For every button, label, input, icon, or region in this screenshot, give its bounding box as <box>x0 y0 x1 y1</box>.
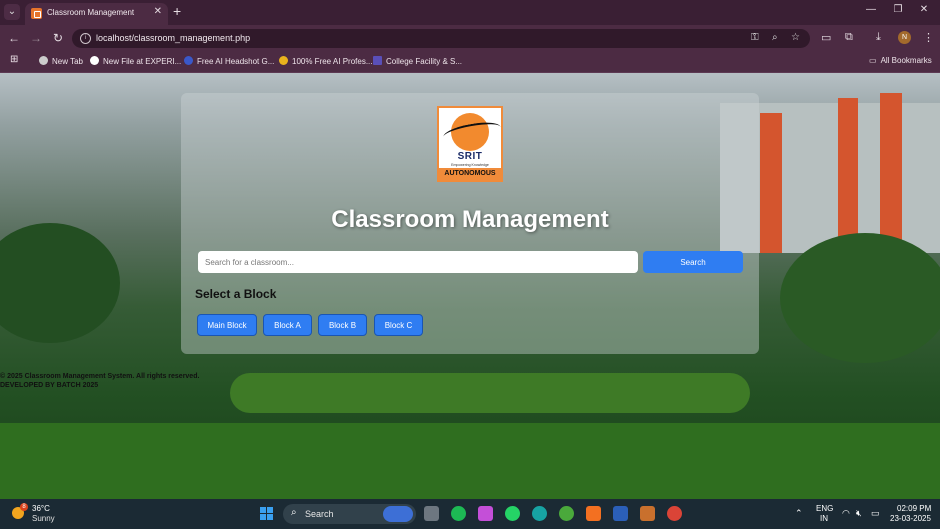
search-highlight-icon <box>383 506 413 522</box>
tab-strip: ⌄ Classroom Management ✕ + — ❐ ✕ <box>0 0 940 25</box>
clock-date[interactable]: 23-03-2025 <box>890 514 931 523</box>
new-tab-button[interactable]: + <box>173 3 181 19</box>
profile-avatar[interactable]: N <box>898 31 911 44</box>
site-info-icon[interactable]: i <box>80 33 91 44</box>
page-viewport: SRIT Empowering Knowledge AUTONOMOUS Cla… <box>0 73 940 499</box>
spotify-icon[interactable] <box>451 506 466 521</box>
ai-profile-icon <box>279 56 288 65</box>
bookmark-headshot[interactable]: Free AI Headshot G... <box>184 56 274 66</box>
logo-name: SRIT <box>457 151 483 162</box>
tab-classroom-management[interactable]: Classroom Management ✕ <box>25 3 168 25</box>
menu-icon[interactable]: ⋮ <box>923 31 934 44</box>
windows-taskbar: 8 36°C Sunny ⌕ Search ⌃ ENG IN ◠ 🔇︎ ▭ 02… <box>0 499 940 529</box>
search-input[interactable] <box>198 251 638 273</box>
github-icon <box>90 56 99 65</box>
address-bar[interactable]: i localhost/classroom_management.php ⚿ ⌕… <box>72 29 810 48</box>
maximize-button[interactable]: ❐ <box>888 4 908 15</box>
apps-grid-icon[interactable]: ⊞ <box>10 54 18 65</box>
bookmark-star-icon[interactable]: ☆ <box>791 32 800 43</box>
page-footer: © 2025 Classroom Management System. All … <box>0 372 199 390</box>
xampp-icon[interactable] <box>586 506 601 521</box>
zoom-icon[interactable]: ⌕ <box>772 32 778 43</box>
weather-temperature[interactable]: 36°C <box>32 504 50 513</box>
xampp-favicon-icon <box>31 8 42 19</box>
bookmark-github[interactable]: New File at EXPERI... <box>90 56 181 66</box>
search-icon: ⌕ <box>291 507 297 518</box>
logo-tagline: Empowering Knowledge <box>451 163 489 167</box>
clock-time[interactable]: 02:09 PM <box>897 504 931 513</box>
edge-icon[interactable] <box>532 506 547 521</box>
background-hedge <box>230 373 750 413</box>
whatsapp-icon[interactable] <box>505 506 520 521</box>
taskbar-search[interactable]: ⌕ Search <box>283 504 416 524</box>
tray-overflow-icon[interactable]: ⌃ <box>795 508 803 519</box>
volume-mute-icon[interactable]: 🔇︎ <box>856 508 862 519</box>
tab-title: Classroom Management <box>47 8 135 17</box>
background-building-column <box>880 93 902 253</box>
background-tree <box>780 233 940 363</box>
minimize-button[interactable]: — <box>861 4 881 15</box>
bookmark-new-tab[interactable]: New Tab <box>39 56 83 66</box>
background-building-column <box>760 113 782 253</box>
main-block-button[interactable]: Main Block <box>197 314 257 336</box>
footer-credit: DEVELOPED BY BATCH 2025 <box>0 382 99 389</box>
weather-condition[interactable]: Sunny <box>32 514 55 523</box>
task-view-icon[interactable] <box>424 506 439 521</box>
battery-icon[interactable]: ▭ <box>871 508 880 519</box>
forward-icon[interactable]: → <box>29 31 43 45</box>
language-indicator[interactable]: ENG <box>816 504 833 513</box>
browser-toolbar: ← → ↻ i localhost/classroom_management.p… <box>0 25 940 52</box>
reload-icon[interactable]: ↻ <box>51 31 65 45</box>
weather-badge: 8 <box>20 503 28 511</box>
block-a-button[interactable]: Block A <box>263 314 312 336</box>
footer-copyright: © 2025 Classroom Management System. All … <box>0 373 200 380</box>
extensions-icon[interactable]: ⧉ <box>845 31 853 44</box>
start-button[interactable] <box>260 507 273 520</box>
language-region[interactable]: IN <box>820 514 828 523</box>
main-card: SRIT Empowering Knowledge AUTONOMOUS Cla… <box>181 93 759 354</box>
select-block-heading: Select a Block <box>195 287 277 301</box>
college-logo: SRIT Empowering Knowledge AUTONOMOUS <box>437 106 503 182</box>
search-button[interactable]: Search <box>643 251 743 273</box>
page-title: Classroom Management <box>331 206 609 233</box>
tab-groups-icon[interactable]: ▭ <box>821 31 831 44</box>
bookmarks-bar: ⊞ New Tab New File at EXPERI... Free AI … <box>0 52 940 73</box>
folder-icon: ▭ <box>869 56 877 65</box>
back-icon[interactable]: ← <box>7 31 21 45</box>
bookmark-college-facility[interactable]: College Facility & S... <box>373 56 462 66</box>
close-tab-icon[interactable]: ✕ <box>154 6 162 17</box>
all-bookmarks[interactable]: ▭ All Bookmarks <box>869 56 932 65</box>
headshot-site-icon <box>184 56 193 65</box>
college-site-icon <box>373 56 382 65</box>
background-lawn <box>0 423 940 499</box>
url-text[interactable]: localhost/classroom_management.php <box>96 33 250 43</box>
close-window-button[interactable]: ✕ <box>914 4 934 15</box>
background-building-column <box>838 98 858 253</box>
download-icon[interactable]: ⤓ <box>876 31 881 44</box>
password-key-icon[interactable]: ⚿ <box>751 32 759 43</box>
word-icon[interactable] <box>613 506 628 521</box>
image-app-icon[interactable] <box>640 506 655 521</box>
wifi-icon[interactable]: ◠ <box>842 508 850 519</box>
tab-search-icon[interactable]: ⌄ <box>4 4 20 20</box>
copilot-icon[interactable] <box>478 506 493 521</box>
taskbar-search-label: Search <box>305 509 334 519</box>
utorrent-icon[interactable] <box>559 506 574 521</box>
block-b-button[interactable]: Block B <box>318 314 367 336</box>
block-c-button[interactable]: Block C <box>374 314 423 336</box>
chrome-icon[interactable] <box>667 506 682 521</box>
background-tree <box>0 223 120 343</box>
logo-autonomous: AUTONOMOUS <box>439 168 501 180</box>
bookmark-ai-profile[interactable]: 100% Free AI Profes... <box>279 56 372 66</box>
globe-icon <box>39 56 48 65</box>
